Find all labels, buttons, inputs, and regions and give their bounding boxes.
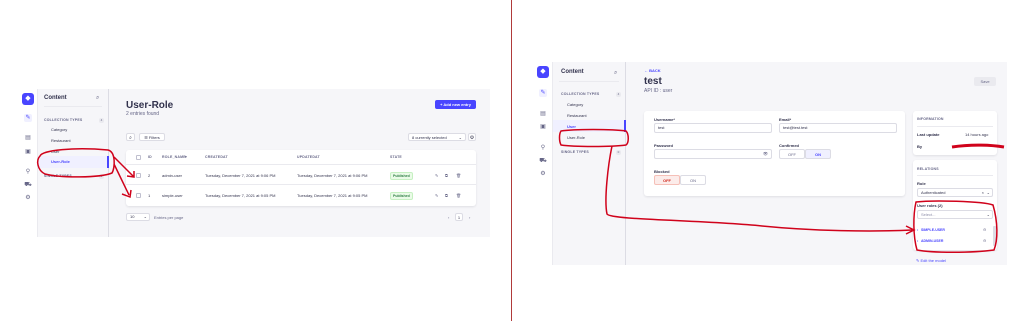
left-annotations xyxy=(36,148,135,199)
right-annotations xyxy=(558,128,1005,253)
annotation-arrow-row-2 xyxy=(113,156,135,178)
annotation-arrow-row-1 xyxy=(113,163,132,199)
annotation-circle-user-role xyxy=(36,148,115,178)
annotation-circle-user-role xyxy=(558,128,629,148)
annotation-redacted-username xyxy=(951,143,1005,149)
annotation-arrow-path xyxy=(605,145,913,232)
annotation-circle-user-roles xyxy=(913,200,998,253)
